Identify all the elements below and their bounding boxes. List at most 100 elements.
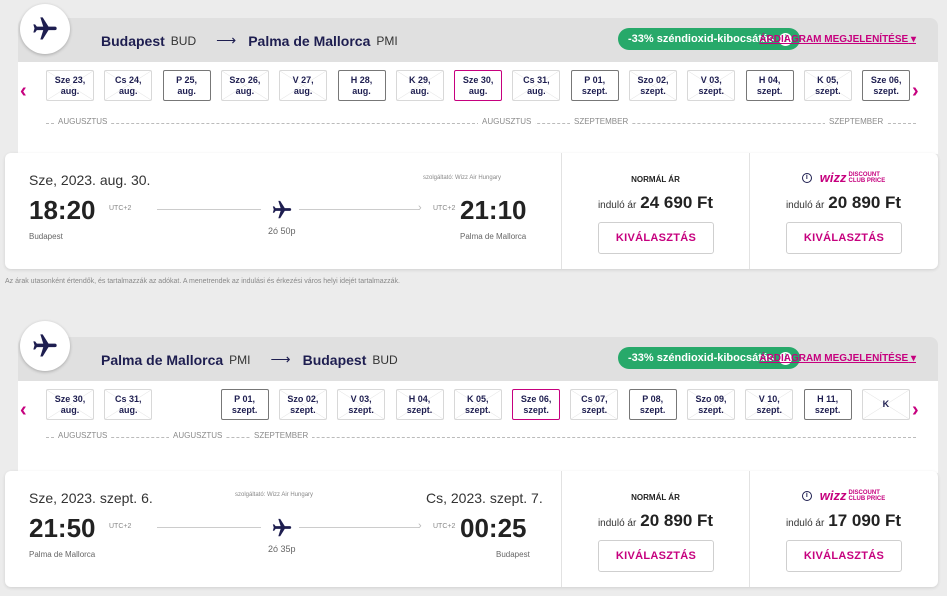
- disclaimer: Az árak utasonként értendők, és tartalma…: [5, 278, 400, 285]
- date-day: Cs 31,: [523, 74, 550, 85]
- date-option: Szo 02, szept.: [278, 389, 327, 420]
- date-day: Szo 02,: [287, 393, 319, 404]
- date-month: aug.: [60, 85, 80, 96]
- airplane-icon: [20, 321, 70, 371]
- date-month: szept.: [873, 85, 899, 96]
- date-option: V 03, szept.: [687, 70, 736, 101]
- select-club-fare-button[interactable]: KIVÁLASZTÁS: [786, 222, 902, 254]
- month-label: AUGUSZTUS: [54, 431, 112, 440]
- arrival-city: Palma de Mallorca: [460, 232, 527, 241]
- origin-code: BUD: [170, 33, 197, 48]
- flight-duration: 2ó 50p: [268, 226, 296, 236]
- month-bar: AUGUSZTUS AUGUSZTUS SZEPTEMBER SZEPTEMBE…: [46, 117, 916, 131]
- date-month: szept.: [406, 404, 433, 415]
- date-option[interactable]: P 25, aug.: [162, 70, 211, 101]
- return-flight-card[interactable]: Sze, 2023. szept. 6. szolgáltató: Wizz A…: [5, 471, 938, 587]
- normal-price: 24 690 Ft: [640, 193, 714, 212]
- date-day: Szo 09,: [695, 393, 727, 404]
- date-option[interactable]: P 01, szept.: [220, 389, 269, 420]
- arrival-utc: UTC+2: [433, 205, 456, 212]
- date-month: aug.: [527, 85, 546, 96]
- date-option[interactable]: Sze 30, aug.: [454, 70, 503, 101]
- info-icon[interactable]: i: [801, 172, 812, 183]
- date-option[interactable]: H 04, szept.: [745, 70, 794, 101]
- departure-time: 18:20: [29, 195, 96, 225]
- date-month: aug.: [119, 404, 138, 415]
- discount-club-logo: wizz DISCOUNT CLUB PRICE: [819, 170, 886, 185]
- date-day: H 28,: [350, 74, 373, 85]
- airplane-icon: [271, 517, 293, 544]
- date-option[interactable]: Sze 06, szept.: [862, 70, 911, 101]
- from-label: induló ár: [597, 518, 637, 529]
- date-option: K 29, aug.: [395, 70, 444, 101]
- date-month: szept.: [640, 85, 666, 96]
- date-day: H 04,: [758, 74, 781, 85]
- normal-fare: NORMÁL ÁR induló ár 20 890 Ft KIVÁLASZTÁS: [561, 471, 749, 587]
- outbound-date-strip: ‹ › Sze 23, aug. Cs 24, aug. P 25, aug. Szo 26…: [18, 62, 938, 154]
- date-month: aug.: [235, 85, 255, 96]
- date-option: Cs 31, aug.: [104, 389, 153, 420]
- prev-dates-button[interactable]: ‹: [20, 399, 27, 422]
- outbound-route: Budapest BUD ⟶ Palma de Mallorca PMI: [101, 32, 406, 49]
- departure-city: Budapest: [29, 232, 63, 241]
- date-day: P 01,: [234, 393, 256, 404]
- departure-utc: UTC+2: [109, 523, 132, 530]
- outbound-flight-card[interactable]: Sze, 2023. aug. 30. szolgáltató: Wizz Ai…: [5, 153, 938, 269]
- next-dates-button[interactable]: ›: [912, 80, 919, 103]
- date-day: Cs 24,: [115, 74, 142, 85]
- date-option[interactable]: H 11, szept.: [803, 389, 852, 420]
- departure-time: 21:50: [29, 513, 96, 543]
- destination-code: BUD: [372, 352, 398, 367]
- date-day: Sze 23,: [54, 74, 86, 85]
- date-day: K 29,: [409, 74, 431, 85]
- prev-dates-button[interactable]: ‹: [20, 80, 27, 103]
- arrival-city: Budapest: [496, 550, 530, 559]
- select-normal-fare-button[interactable]: KIVÁLASZTÁS: [598, 222, 714, 254]
- date-month: szept.: [231, 404, 258, 415]
- arrow-right-icon: ›: [418, 202, 422, 214]
- month-label: SZEPTEMBER: [825, 117, 888, 126]
- normal-fare-heading: NORMÁL ÁR: [631, 175, 680, 184]
- date-option: Szo 02, szept.: [629, 70, 677, 101]
- date-option: Szo 26, aug.: [220, 70, 269, 101]
- origin-code: PMI: [229, 352, 251, 367]
- date-day: H 04,: [408, 393, 431, 404]
- route-arrow-icon: ⟶: [270, 351, 291, 367]
- price-chart-link[interactable]: ÁRDIAGRAM MEGJELENÍTÉSE ▾: [759, 34, 916, 45]
- chevron-down-icon: ▾: [908, 353, 916, 364]
- destination-city: Palma de Mallorca: [248, 32, 371, 49]
- info-icon[interactable]: i: [801, 490, 812, 501]
- month-label: AUGUSZTUS: [169, 431, 227, 440]
- date-option[interactable]: P 08, szept.: [628, 389, 677, 420]
- date-option[interactable]: H 28, aug.: [337, 70, 386, 101]
- next-dates-button[interactable]: ›: [912, 399, 919, 422]
- airplane-icon: [20, 4, 70, 54]
- date-month: aug.: [410, 85, 430, 96]
- arrival-time: 21:10: [460, 195, 527, 225]
- select-club-fare-button[interactable]: KIVÁLASZTÁS: [786, 540, 902, 572]
- month-label: SZEPTEMBER: [250, 431, 313, 440]
- date-day: P 01,: [584, 74, 606, 85]
- date-option[interactable]: P 01, szept.: [570, 70, 619, 101]
- operator: szolgáltató: Wizz Air Hungary: [423, 175, 502, 181]
- date-month: aug.: [352, 85, 371, 96]
- date-option: K 05, szept.: [803, 70, 852, 101]
- airplane-icon: [271, 199, 293, 226]
- departure-utc: UTC+2: [109, 205, 132, 212]
- club-fare: i wizz DISCOUNT CLUB PRICE induló ár 20 89…: [749, 153, 937, 269]
- date-day: V 10,: [758, 393, 780, 404]
- date-day: V 03,: [350, 393, 372, 404]
- date-month: szept.: [465, 404, 491, 415]
- date-option[interactable]: Sze 06, szept.: [512, 389, 561, 420]
- date-option: K: [861, 389, 910, 420]
- date-month: szept.: [581, 85, 608, 96]
- destination-code: PMI: [376, 33, 398, 48]
- date-day: Sze 06,: [520, 393, 552, 404]
- arrival-utc: UTC+2: [433, 523, 456, 530]
- price-chart-link[interactable]: ÁRDIAGRAM MEGJELENÍTÉSE ▾: [759, 353, 916, 364]
- route-arrow-icon: ⟶: [216, 32, 237, 48]
- date-option: Cs 31, aug.: [512, 70, 561, 101]
- date-day: V 03,: [700, 74, 722, 85]
- select-normal-fare-button[interactable]: KIVÁLASZTÁS: [598, 540, 714, 572]
- date-day: K 05,: [467, 393, 489, 404]
